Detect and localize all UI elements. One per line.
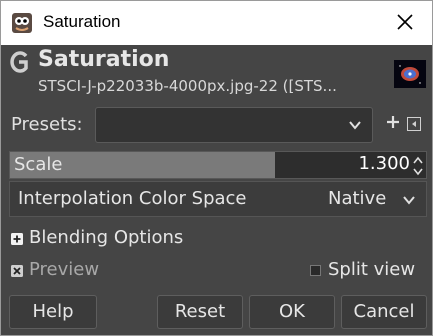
cancel-button[interactable]: Cancel bbox=[341, 295, 427, 329]
add-preset-button[interactable] bbox=[385, 115, 401, 133]
gimp-wilber-icon bbox=[12, 13, 32, 33]
chevron-down-icon bbox=[403, 196, 415, 205]
window-titlebar: Saturation bbox=[1, 1, 432, 45]
interpolation-color-space-label: Interpolation Color Space bbox=[18, 188, 247, 209]
scale-value[interactable]: 1.300 bbox=[358, 153, 410, 174]
gimp-g-icon bbox=[10, 51, 28, 73]
split-view-label: Split view bbox=[328, 259, 416, 280]
close-icon[interactable] bbox=[392, 9, 418, 35]
help-button[interactable]: Help bbox=[9, 295, 97, 329]
interpolation-color-space-value: Native bbox=[328, 188, 387, 209]
image-thumbnail bbox=[394, 60, 426, 88]
presets-combobox[interactable] bbox=[95, 107, 373, 143]
dialog-subtitle: STSCI-J-p22033b-4000px.jpg-22 ([STS... bbox=[38, 77, 337, 95]
preview-label: Preview bbox=[29, 259, 100, 280]
scale-label: Scale bbox=[14, 154, 63, 175]
plus-icon bbox=[387, 116, 399, 128]
interpolation-color-space-combobox[interactable]: Interpolation Color Space Native bbox=[9, 181, 427, 217]
spin-arrows-icon[interactable] bbox=[412, 154, 424, 178]
chevron-down-icon bbox=[349, 121, 361, 130]
scale-slider[interactable]: Scale 1.300 bbox=[9, 151, 427, 179]
ok-button[interactable]: OK bbox=[249, 295, 335, 329]
dialog-title: Saturation bbox=[38, 47, 170, 72]
presets-label: Presets: bbox=[11, 114, 83, 135]
menu-arrow-icon[interactable] bbox=[407, 117, 421, 131]
expand-plus-icon bbox=[11, 233, 23, 245]
saturation-dialog-window: Saturation Saturation STSCI-J-p22033b-40… bbox=[0, 0, 433, 336]
window-title: Saturation bbox=[43, 12, 121, 31]
dialog-header: Saturation STSCI-J-p22033b-4000px.jpg-22… bbox=[1, 45, 432, 101]
reset-button[interactable]: Reset bbox=[157, 295, 243, 329]
blending-options-label: Blending Options bbox=[29, 227, 184, 248]
checkbox-checked-icon bbox=[11, 265, 23, 277]
checkbox-unchecked-icon bbox=[310, 265, 321, 276]
